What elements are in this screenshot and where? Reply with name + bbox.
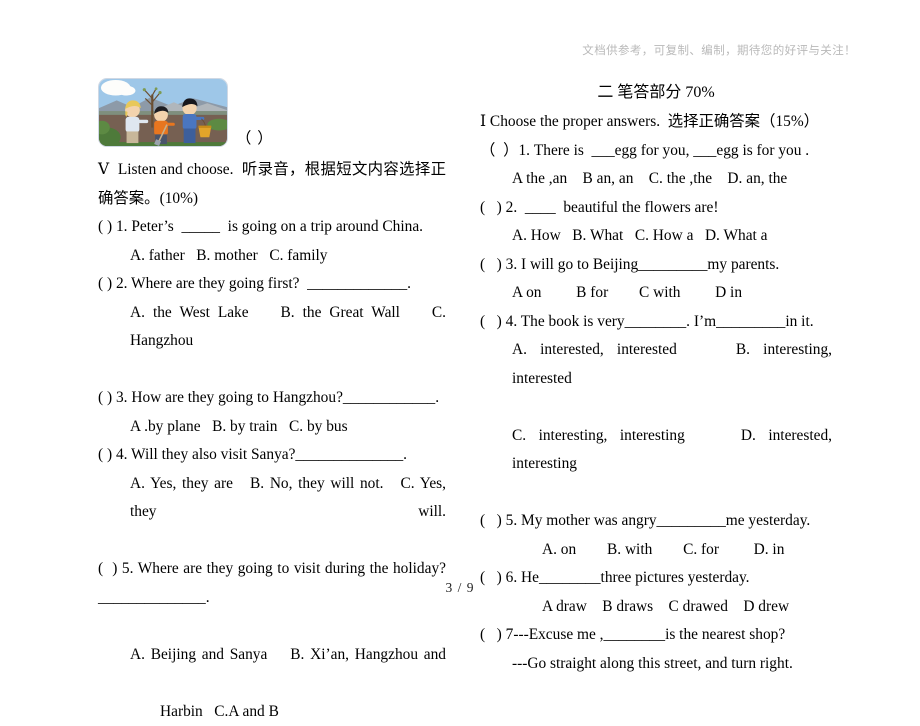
listen-q2-options: A. the West Lake B. the Great Wall C. Ha… — [98, 299, 446, 385]
figure-row: （ ） — [98, 78, 446, 152]
listen-q3-stem: ( ) 3. How are they going to Hangzhou?__… — [98, 384, 446, 413]
written-q7-response: ---Go straight along this street, and tu… — [480, 650, 832, 679]
written-q1-stem: （ ）1. There is ___egg for you, ___egg is… — [480, 137, 832, 166]
listen-q2-stem: ( ) 2. Where are they going first? _____… — [98, 270, 446, 299]
picture-answer-blank: （ ） — [236, 126, 274, 148]
written-q3-stem: ( ) 3. I will go to Beijing_________my p… — [480, 251, 832, 280]
written-q4-options-line2: C. interesting, interesting D. intereste… — [480, 422, 832, 508]
written-q6-options: A draw B draws C drawed D drew — [480, 593, 832, 622]
page-number-footer: 3 / 9 — [0, 580, 920, 596]
written-q7-stem: ( ) 7---Excuse me ,________is the neares… — [480, 621, 832, 650]
left-column: （ ） Ⅴ Listen and choose. 听录音，根据短文内容选择正确答… — [98, 78, 446, 726]
listening-section-heading: Ⅴ Listen and choose. 听录音，根据短文内容选择正确答案。(1… — [98, 156, 446, 213]
written-q2-options: A. How B. What C. How a D. What a — [480, 222, 832, 251]
written-section-heading: Ⅰ Choose the proper answers. 选择正确答案（15%） — [480, 108, 832, 137]
part-two-heading: 二 笔答部分 70% — [480, 78, 832, 108]
listen-q5-options-line2: Harbin C.A and B — [98, 698, 446, 726]
listen-q5-stem: ( ) 5. Where are they going to visit dur… — [98, 555, 446, 641]
written-q5-options: A. on B. with C. for D. in — [480, 536, 832, 565]
written-q1-options: A the ,an B an, an C. the ,the D. an, th… — [480, 165, 832, 194]
listen-q4-stem: ( ) 4. Will they also visit Sanya?______… — [98, 441, 446, 470]
written-q2-stem: ( ) 2. ____ beautiful the flowers are! — [480, 194, 832, 223]
listen-q3-options: A .by plane B. by train C. by bus — [98, 413, 446, 442]
written-q4-stem: ( ) 4. The book is very________. I’m____… — [480, 308, 832, 337]
written-q4-options-line1: A. interested, interested B. interesting… — [480, 336, 832, 422]
listen-q1-stem: ( ) 1. Peter’s _____ is going on a trip … — [98, 213, 446, 242]
children-planting-tree-illustration — [98, 78, 228, 147]
listen-q5-options-line1: A. Beijing and Sanya B. Xi’an, Hangzhou … — [98, 641, 446, 698]
listen-q4-options: A. Yes, they are B. No, they will not. C… — [98, 470, 446, 556]
listen-q1-options: A. father B. mother C. family — [98, 242, 446, 271]
written-q3-options: A on B for C with D in — [480, 279, 832, 308]
written-q5-stem: ( ) 5. My mother was angry_________me ye… — [480, 507, 832, 536]
watermark-text: 文档供参考，可复制、编制，期待您的好评与关注！ — [582, 42, 856, 58]
